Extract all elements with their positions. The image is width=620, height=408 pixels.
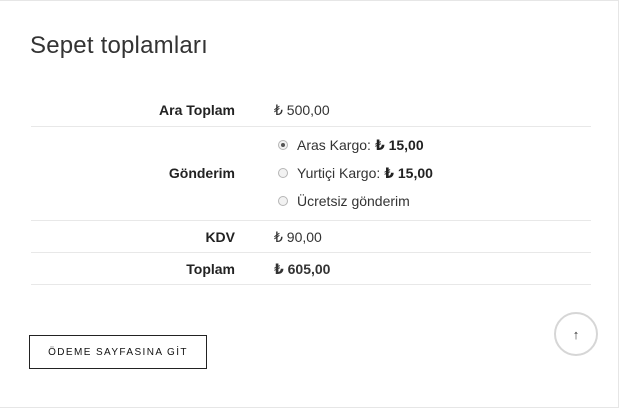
proceed-to-checkout-button[interactable]: ÖDEME SAYFASINA GİT xyxy=(29,335,207,369)
arrow-up-icon: ↑ xyxy=(572,326,580,342)
shipping-option-name: Ücretsiz gönderim xyxy=(297,193,410,209)
shipping-row: Gönderim Aras Kargo: ₺ 15,00 Yurtiçi Kar… xyxy=(31,126,591,221)
shipping-option-name: Yurtiçi Kargo: xyxy=(297,165,381,181)
radio-free[interactable] xyxy=(278,196,288,206)
total-value: ₺ 605,00 xyxy=(274,261,331,277)
subtotal-value: ₺ 500,00 xyxy=(274,102,330,118)
radio-yurtici[interactable] xyxy=(278,168,288,178)
shipping-option-price: ₺ 15,00 xyxy=(374,136,424,153)
tax-label: KDV xyxy=(205,229,235,245)
cart-totals-title: Sepet toplamları xyxy=(30,32,208,59)
tax-row: KDV ₺ 90,00 xyxy=(31,220,591,253)
shipping-option-yurtici[interactable]: Yurtiçi Kargo: ₺ 15,00 xyxy=(278,164,433,182)
total-label: Toplam xyxy=(186,261,235,277)
shipping-label: Gönderim xyxy=(168,165,235,181)
shipping-option-aras[interactable]: Aras Kargo: ₺ 15,00 xyxy=(278,136,424,154)
shipping-option-price: ₺ 15,00 xyxy=(384,164,433,181)
subtotal-label: Ara Toplam xyxy=(159,102,235,118)
scroll-to-top-button[interactable]: ↑ xyxy=(554,312,598,356)
total-row: Toplam ₺ 605,00 xyxy=(31,252,591,285)
subtotal-row: Ara Toplam ₺ 500,00 xyxy=(31,96,591,127)
radio-aras-checked[interactable] xyxy=(278,140,288,150)
tax-value: ₺ 90,00 xyxy=(274,229,322,245)
shipping-option-free[interactable]: Ücretsiz gönderim xyxy=(278,192,410,210)
shipping-option-name: Aras Kargo: xyxy=(297,137,371,153)
